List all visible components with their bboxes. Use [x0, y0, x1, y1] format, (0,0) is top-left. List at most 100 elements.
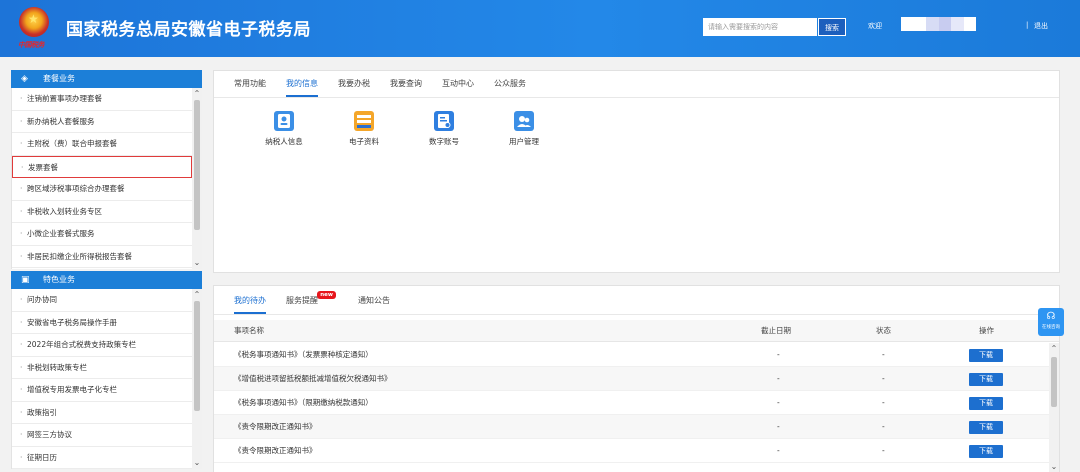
sidebar-item[interactable]: · 注销前置事项办理套餐	[12, 88, 192, 111]
sidebar: ◈ 套餐业务 · 注销前置事项办理套餐 · 新办纳税人套餐服务 · 主附税（费）联合申…	[11, 70, 202, 469]
logout-link[interactable]: 退出	[1034, 21, 1048, 31]
download-button[interactable]: 下载	[969, 397, 1003, 410]
tab-query[interactable]: 我要查询	[390, 71, 422, 97]
tab-divider	[214, 97, 1059, 98]
row-deadline: -	[777, 422, 780, 431]
digital-account-icon	[434, 111, 454, 131]
site-title: 国家税务总局安徽省电子税务局	[66, 20, 311, 40]
document-stack-icon	[354, 111, 374, 131]
tab-service-reminders[interactable]: 服务提醒 new	[286, 288, 336, 314]
app-digital-account[interactable]: 数字账号	[404, 111, 484, 147]
sidebar-item[interactable]: · 跨区域涉税事项综合办理套餐	[12, 178, 192, 201]
search-button[interactable]: 搜索	[818, 18, 846, 36]
sidebar-item[interactable]: · 主附税（费）联合申报套餐	[12, 133, 192, 156]
app-electronic-documents[interactable]: 电子资料	[324, 111, 404, 147]
row-name: 《税务事项通知书》（发票票种核定通知）	[234, 350, 373, 359]
row-status: -	[882, 422, 885, 431]
tab-tax-handling[interactable]: 我要办税	[338, 71, 370, 97]
sidebar-item[interactable]: · 征期日历	[12, 447, 192, 469]
app-user-management[interactable]: 用户管理	[484, 111, 564, 147]
chevron-down-icon[interactable]: ⌄	[1049, 462, 1059, 472]
sidebar-item[interactable]: · 小微企业套餐式服务	[12, 223, 192, 246]
tab-public-services[interactable]: 公众服务	[494, 71, 526, 97]
online-consult-button[interactable]: ☊ 在线咨询	[1038, 308, 1064, 336]
table-row: 《增值税进项留抵税额抵减增值税欠税通知书》 - - 下载	[214, 367, 1059, 391]
download-button[interactable]: 下载	[969, 445, 1003, 458]
chevron-down-icon[interactable]: ⌄	[192, 458, 202, 468]
table-row: 《责令限期改正通知书》 - - 下载	[214, 415, 1059, 439]
sidebar-item[interactable]: · 政策指引	[12, 402, 192, 424]
row-status: -	[882, 374, 885, 383]
sidebar-scrollbar[interactable]: ⌃ ⌄	[192, 88, 202, 269]
search-input[interactable]	[703, 18, 817, 36]
app-grid: 纳税人信息 电子资料 数字账号 用户管理	[244, 111, 564, 147]
headset-icon: ☊	[1046, 311, 1056, 322]
sidebar-group-package[interactable]: ◈ 套餐业务	[11, 70, 202, 88]
row-name: 《责令限期改正通知书》	[234, 446, 317, 455]
todo-table-header: 事项名称 截止日期 状态 操作	[214, 320, 1059, 342]
row-status: -	[882, 446, 885, 455]
my-info-panel: 常用功能 我的信息 我要办税 我要查询 互动中心 公众服务 纳税人信息 电子资料…	[213, 70, 1060, 273]
sidebar-item[interactable]: · 问办协同	[12, 289, 192, 312]
featured-menu-list: · 问办协同 · 安徽省电子税务局操作手册 · 2022年组合式税费支持政策专栏 · 非…	[11, 289, 202, 469]
tab-notices[interactable]: 通知公告	[358, 288, 390, 314]
sidebar-item[interactable]: · 增值税专用发票电子化专栏	[12, 379, 192, 402]
scrollbar-thumb[interactable]	[194, 301, 200, 411]
sidebar-item-invoice-package[interactable]: · 发票套餐	[12, 155, 192, 178]
layers-icon: ◈	[21, 74, 28, 84]
app-taxpayer-info[interactable]: 纳税人信息	[244, 111, 324, 147]
chevron-up-icon[interactable]: ⌃	[192, 89, 202, 99]
grid-icon: ▣	[21, 275, 30, 285]
column-header-deadline: 截止日期	[761, 326, 791, 335]
tab-my-todos[interactable]: 我的待办	[234, 288, 266, 314]
row-status: -	[882, 398, 885, 407]
tab-my-info[interactable]: 我的信息	[286, 71, 318, 97]
todo-scrollbar[interactable]: ⌃ ⌄	[1049, 343, 1059, 472]
tab-common-functions[interactable]: 常用功能	[234, 71, 266, 97]
scrollbar-thumb[interactable]	[194, 100, 200, 230]
sidebar-item[interactable]: · 网签三方协议	[12, 424, 192, 447]
info-tabs: 常用功能 我的信息 我要办税 我要查询 互动中心 公众服务	[214, 71, 546, 97]
todo-tabs: 我的待办 服务提醒 new 通知公告	[214, 288, 410, 314]
package-menu-list: · 注销前置事项办理套餐 · 新办纳税人套餐服务 · 主附税（费）联合申报套餐 · 发票…	[11, 88, 202, 269]
sidebar-item[interactable]: · 新办纳税人套餐服务	[12, 111, 192, 133]
row-deadline: -	[777, 398, 780, 407]
sidebar-item[interactable]: · 非税划转政策专栏	[12, 357, 192, 379]
chevron-up-icon[interactable]: ⌃	[1049, 344, 1059, 354]
header-separator: |	[1026, 21, 1029, 29]
row-name: 《责令限期改正通知书》	[234, 422, 317, 431]
top-header: ★ 中国税务 国家税务总局安徽省电子税务局 搜索 欢迎 | 退出	[0, 0, 1080, 57]
row-deadline: -	[777, 374, 780, 383]
sidebar-item[interactable]: · 非税收入划转业务专区	[12, 201, 192, 223]
tax-seal-logo: 中国税务	[18, 41, 45, 49]
row-status: -	[882, 350, 885, 359]
national-emblem-icon: ★	[19, 7, 49, 37]
column-header-action: 操作	[979, 326, 994, 335]
user-group-icon	[514, 111, 534, 131]
welcome-label: 欢迎	[868, 22, 882, 30]
table-row: 《责令限期改正通知书》 - - 下载	[214, 439, 1059, 463]
chevron-up-icon[interactable]: ⌃	[192, 290, 202, 300]
column-header-name: 事项名称	[234, 326, 264, 335]
chevron-down-icon[interactable]: ⌄	[192, 258, 202, 268]
sidebar-item[interactable]: · 2022年组合式税费支持政策专栏	[12, 334, 192, 357]
tab-interaction-center[interactable]: 互动中心	[442, 71, 474, 97]
table-row: 《税务事项通知书》（发票票种核定通知） - - 下载	[214, 343, 1059, 367]
sidebar-item[interactable]: · 安徽省电子税务局操作手册	[12, 312, 192, 334]
row-name: 《税务事项通知书》（限期缴纳税款通知）	[234, 398, 373, 407]
sidebar-item[interactable]: · 非居民扣缴企业所得税报告套餐	[12, 246, 192, 268]
tab-divider	[214, 314, 1059, 315]
column-header-status: 状态	[876, 326, 891, 335]
masked-username	[901, 17, 976, 31]
row-deadline: -	[777, 446, 780, 455]
row-name: 《增值税进项留抵税额抵减增值税欠税通知书》	[234, 374, 392, 383]
download-button[interactable]: 下载	[969, 349, 1003, 362]
download-button[interactable]: 下载	[969, 373, 1003, 386]
sidebar-group-featured[interactable]: ▣ 特色业务	[11, 271, 202, 289]
download-button[interactable]: 下载	[969, 421, 1003, 434]
scrollbar-thumb[interactable]	[1051, 357, 1057, 407]
user-card-icon	[274, 111, 294, 131]
new-badge: new	[317, 291, 336, 299]
sidebar-scrollbar[interactable]: ⌃ ⌄	[192, 289, 202, 469]
row-deadline: -	[777, 350, 780, 359]
